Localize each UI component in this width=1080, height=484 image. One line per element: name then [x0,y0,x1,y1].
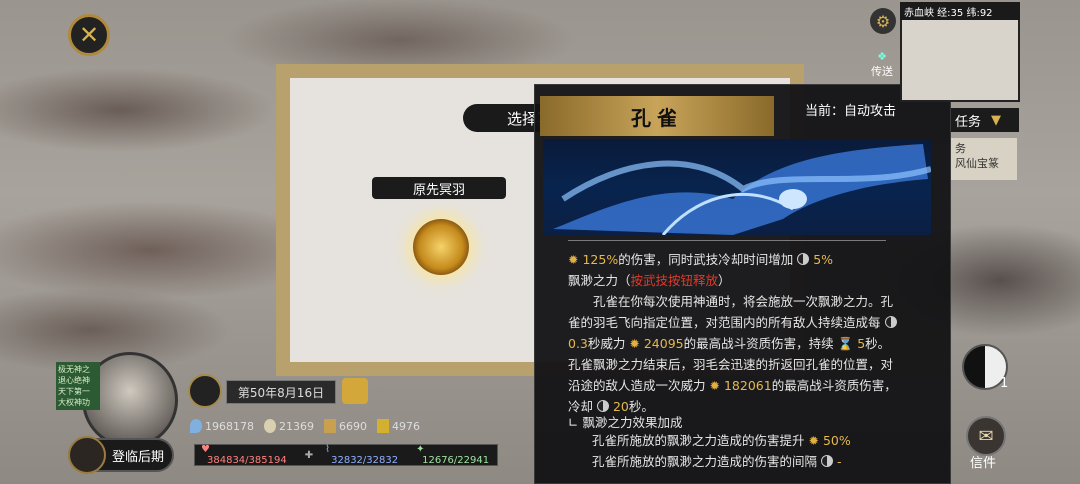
hourglass-icon: ⌛ [837,336,854,351]
return-icon [68,436,106,474]
minimap-title: 赤血峡 经:35 纬:92 [900,2,1020,20]
moon-icon [797,253,810,265]
skill-orb-icon[interactable] [413,219,469,275]
ingot-icon [324,419,336,433]
task-tab[interactable]: 任务 ▼ [951,108,1019,132]
letter-label: 信件 [970,456,997,471]
game-date: 第50年8月16日 [226,380,336,404]
ability-line: 飘渺之力（按武技按钮释放） [568,273,731,288]
tooltip-line1: ✹ 125%的伤害，同时武技冷却时间增加 5% [568,252,834,267]
resource-row: 1968178 21369 6690 4976 [190,416,420,436]
tooltip-divider [568,240,886,241]
settings-gear-icon[interactable]: ⚙ [870,8,896,34]
teleport-icon: ❖ [877,50,887,63]
task-panel[interactable]: 务 风仙宝篆 [951,138,1017,180]
ability-description: 孔雀在你每次使用神通时，将会施放一次飘渺之力。孔雀的羽毛飞向指定位置，对范围内的… [568,294,897,414]
close-icon: ✕ [78,21,100,49]
gem-icon [190,419,202,433]
letter-icon[interactable]: ✉ [966,416,1006,456]
bonus-line-2: 孔雀所施放的飘渺之力造成的伤害的间隔 - [592,454,842,469]
stat-bar: ♥ 384834/385194 ✚ ⌇ 32832/32832 ✦ 12676/… [194,444,498,466]
lantern-icon[interactable] [342,378,368,404]
status-list: 极无神之 退心绝神 天下第一 大权神功 [56,362,100,410]
bonus-line-1: 孔雀所施放的飘渺之力造成的伤害提升 ✹ 50% [592,433,851,448]
gold-icon [377,419,389,433]
return-button[interactable]: 登临后期 [68,436,174,474]
peacock-image [543,139,931,235]
skill-name-tag: 原先冥羽 [372,177,506,199]
coin-icon [264,419,276,433]
current-mode: 当前：自动攻击 [805,104,897,119]
yinyang-count: 1 [1000,376,1009,391]
moon-time-icon[interactable] [188,374,222,408]
close-button[interactable]: ✕ [68,14,110,56]
ability-hint: 按武技按钮释放 [630,273,719,288]
tooltip-title: 孔雀 [540,96,774,136]
sun-icon: ✹ [568,252,579,267]
teleport-button[interactable]: ❖ 传送 [866,50,898,84]
